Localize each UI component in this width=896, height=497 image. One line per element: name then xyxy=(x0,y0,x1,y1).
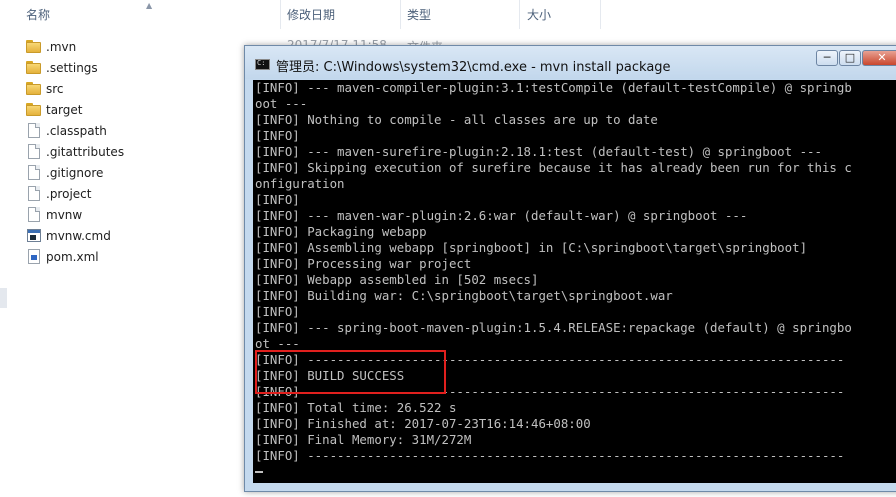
file-list-item[interactable]: .gitattributes xyxy=(26,141,124,162)
console-line: [INFO] xyxy=(255,304,300,319)
console-line: oot --- xyxy=(255,96,308,111)
folder-icon xyxy=(26,103,41,116)
column-header-type[interactable]: 类型 xyxy=(407,6,431,23)
file-name: .settings xyxy=(46,60,98,75)
file-icon xyxy=(28,207,40,222)
console-line: [INFO] xyxy=(255,192,300,207)
console-line: [INFO] Packaging webapp xyxy=(255,224,427,239)
file-list-item[interactable]: mvnw.cmd xyxy=(26,225,111,246)
column-header-bar: ▲ 名称 修改日期 类型 大小 xyxy=(0,0,896,31)
file-list-item[interactable]: .gitignore xyxy=(26,162,103,183)
file-icon xyxy=(28,123,40,138)
file-name: .project xyxy=(46,186,92,201)
file-name: .gitignore xyxy=(46,165,104,180)
console-line: [INFO] Processing war project xyxy=(255,256,472,271)
file-name: mvnw xyxy=(46,207,83,222)
column-divider[interactable] xyxy=(280,0,281,29)
file-list-item[interactable]: .classpath xyxy=(26,120,107,141)
column-header-name[interactable]: 名称 xyxy=(26,6,50,23)
file-name: target xyxy=(46,102,83,117)
column-divider[interactable] xyxy=(519,0,520,29)
file-list-item[interactable]: pom.xml xyxy=(26,246,99,267)
navigation-pane-edge xyxy=(0,288,7,308)
console-line: [INFO] Webapp assembled in [502 msecs] xyxy=(255,272,539,287)
xml-file-icon xyxy=(28,249,40,264)
file-name: pom.xml xyxy=(46,249,99,264)
file-list-item[interactable]: .mvn xyxy=(26,36,76,57)
cmd-file-icon xyxy=(27,229,41,242)
console-line: [INFO] Building war: C:\springboot\targe… xyxy=(255,288,673,303)
column-divider[interactable] xyxy=(600,0,601,29)
console-line: [INFO] Finished at: 2017-07-23T16:14:46+… xyxy=(255,416,591,431)
console-line: [INFO] Total time: 26.522 s xyxy=(255,400,457,415)
close-button[interactable]: ✕ xyxy=(862,50,896,66)
window-titlebar[interactable]: 管理员: C:\Windows\system32\cmd.exe - mvn i… xyxy=(245,46,896,79)
file-list-item[interactable]: mvnw xyxy=(26,204,82,225)
console-line: [INFO] --- maven-war-plugin:2.6:war (def… xyxy=(255,208,748,223)
console-output[interactable]: [INFO] --- maven-compiler-plugin:3.1:tes… xyxy=(253,80,896,483)
cmd-window[interactable]: 管理员: C:\Windows\system32\cmd.exe - mvn i… xyxy=(244,45,896,492)
console-line: [INFO] ---------------------------------… xyxy=(255,448,845,463)
console-line: [INFO] --- maven-surefire-plugin:2.18.1:… xyxy=(255,144,822,159)
console-line: [INFO] xyxy=(255,128,300,143)
cmd-app-icon[interactable] xyxy=(255,59,270,70)
file-name: .gitattributes xyxy=(46,144,125,159)
window-bottom-edge xyxy=(253,483,896,491)
maximize-button[interactable]: □ xyxy=(839,50,861,66)
column-header-size[interactable]: 大小 xyxy=(527,6,551,23)
file-list-item[interactable]: .project xyxy=(26,183,91,204)
file-list-item[interactable]: target xyxy=(26,99,83,120)
folder-icon xyxy=(26,40,41,53)
file-name: .mvn xyxy=(46,39,77,54)
file-icon xyxy=(28,186,40,201)
minimize-button[interactable]: ─ xyxy=(816,50,838,66)
file-name: .classpath xyxy=(46,123,107,138)
console-line: [INFO] Skipping execution of surefire be… xyxy=(255,160,852,175)
file-list-item[interactable]: .settings xyxy=(26,57,98,78)
window-title: 管理员: C:\Windows\system32\cmd.exe - mvn i… xyxy=(276,60,671,75)
column-header-modified[interactable]: 修改日期 xyxy=(287,6,335,23)
folder-icon xyxy=(26,82,41,95)
console-line: [INFO] Assembling webapp [springboot] in… xyxy=(255,240,808,255)
highlight-annotation-box xyxy=(255,350,446,394)
file-icon xyxy=(28,165,40,180)
console-line: [INFO] Final Memory: 31M/272M xyxy=(255,432,472,447)
console-line: [INFO] Nothing to compile - all classes … xyxy=(255,112,658,127)
console-line: [INFO] --- spring-boot-maven-plugin:1.5.… xyxy=(255,320,852,335)
console-line: [INFO] --- maven-compiler-plugin:3.1:tes… xyxy=(255,80,852,95)
sort-up-icon: ▲ xyxy=(146,1,153,10)
column-divider[interactable] xyxy=(400,0,401,29)
file-list-item[interactable]: src xyxy=(26,78,64,99)
folder-icon xyxy=(26,61,41,74)
file-icon xyxy=(28,144,40,159)
console-line: onfiguration xyxy=(255,176,345,191)
text-cursor xyxy=(255,471,263,473)
file-name: src xyxy=(46,81,64,96)
file-name: mvnw.cmd xyxy=(46,228,111,243)
